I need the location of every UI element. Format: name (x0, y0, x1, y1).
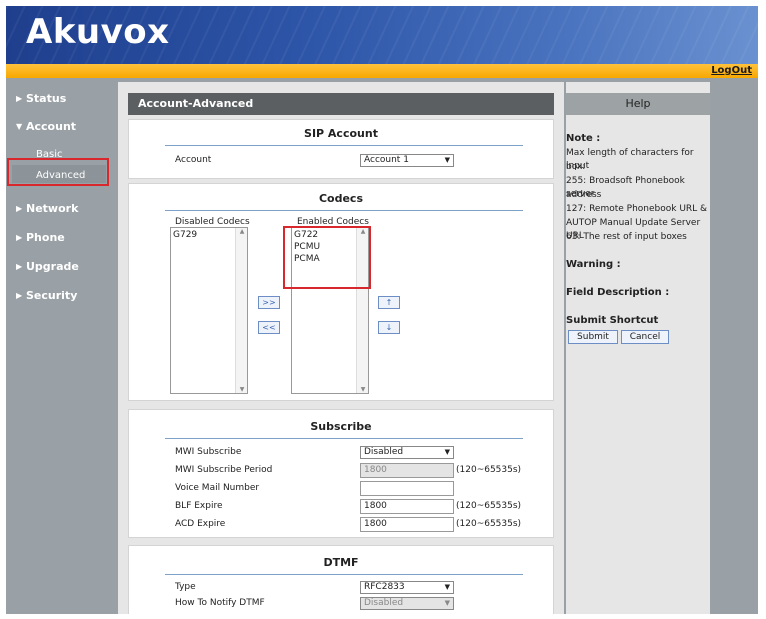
caret-right-icon: ▶ (16, 204, 23, 213)
browser-frame: Akuvox LogOut ▶ Status ▼ Account Basic Adv… (6, 6, 758, 614)
account-label: Account (175, 155, 212, 165)
section-dtmf: DTMF Type RFC2833 ▼ How To Notify DTMF Di… (128, 545, 554, 614)
acd-expire-input[interactable]: 1800 (360, 517, 454, 532)
mwi-period-label: MWI Subscribe Period (175, 465, 273, 475)
notify-dtmf-select[interactable]: Disabled ▼ (360, 597, 454, 610)
account-select[interactable]: Account 1 ▼ (360, 154, 454, 167)
section-title: Subscribe (310, 420, 372, 433)
cancel-button[interactable]: Cancel (621, 330, 669, 344)
section-codecs: Codecs Disabled Codecs Enabled Codecs G7… (128, 183, 554, 401)
caret-right-icon: ▶ (16, 262, 23, 271)
caret-right-icon: ▶ (16, 233, 23, 242)
help-title: Help (566, 93, 710, 115)
blf-expire-input[interactable]: 1800 (360, 499, 454, 514)
scroll-up-icon[interactable]: ▲ (236, 228, 248, 235)
logout-link[interactable]: LogOut (711, 64, 752, 78)
note-line: box: (566, 162, 586, 172)
section-divider (165, 210, 523, 211)
submit-button[interactable]: Submit (568, 330, 618, 344)
move-left-button[interactable]: << (258, 321, 280, 334)
dropdown-arrow-icon: ▼ (444, 448, 450, 456)
note-label: Note : (566, 133, 601, 144)
caret-down-icon: ▼ (16, 122, 23, 131)
acd-expire-label: ACD Expire (175, 519, 226, 529)
main-content: Account-Advanced SIP Account Account Acc… (118, 82, 564, 614)
section-divider (165, 574, 523, 575)
page-title: Account-Advanced (128, 93, 554, 115)
orange-bar (6, 64, 758, 78)
mwi-subscribe-select[interactable]: Disabled ▼ (360, 446, 454, 459)
sidebar-item-status[interactable]: ▶ Status (16, 92, 66, 105)
note-line: address (566, 190, 602, 200)
note-line: 127: Remote Phonebook URL & (566, 204, 708, 214)
sidebar-item-security[interactable]: ▶ Security (16, 289, 77, 302)
scroll-down-icon[interactable]: ▼ (236, 386, 248, 393)
section-subscribe: Subscribe MWI Subscribe Disabled ▼ MWI Su… (128, 409, 554, 538)
field-description-label: Field Description : (566, 287, 670, 298)
scrollbar[interactable]: ▲ ▼ (235, 228, 247, 393)
dropdown-arrow-icon: ▼ (444, 156, 450, 164)
section-divider (165, 145, 523, 146)
mwi-period-range: (120~65535s) (456, 465, 522, 475)
disabled-codecs-label: Disabled Codecs (175, 217, 250, 227)
dtmf-type-label: Type (175, 582, 196, 592)
section-divider (165, 438, 523, 439)
section-title: DTMF (323, 556, 359, 569)
mwi-subscribe-label: MWI Subscribe (175, 447, 242, 457)
submit-shortcut-label: Submit Shortcut (566, 315, 659, 326)
codec-option[interactable]: G729 (173, 230, 197, 240)
section-sip-account: SIP Account Account Account 1 ▼ (128, 119, 554, 179)
scroll-down-icon[interactable]: ▼ (357, 386, 369, 393)
sidebar-item-account[interactable]: ▼ Account (16, 120, 76, 133)
blf-expire-label: BLF Expire (175, 501, 223, 511)
sidebar-item-network[interactable]: ▶ Network (16, 202, 78, 215)
move-right-button[interactable]: >> (258, 296, 280, 309)
akuvox-logo: Akuvox (26, 12, 170, 52)
sidebar-item-upgrade[interactable]: ▶ Upgrade (16, 260, 79, 273)
voicemail-label: Voice Mail Number (175, 483, 260, 493)
section-title: SIP Account (304, 127, 378, 140)
advanced-callout-box (7, 158, 109, 186)
blf-expire-range: (120~65535s) (456, 501, 522, 511)
mwi-period-input[interactable]: 1800 (360, 463, 454, 478)
acd-expire-range: (120~65535s) (456, 519, 522, 529)
note-line: 63: The rest of input boxes (566, 232, 687, 242)
caret-right-icon: ▶ (16, 291, 23, 300)
dropdown-arrow-icon: ▼ (444, 583, 450, 591)
disabled-codecs-list[interactable]: G729 ▲ ▼ (170, 227, 248, 394)
warning-label: Warning : (566, 259, 621, 270)
caret-right-icon: ▶ (16, 94, 23, 103)
help-panel: Help Note : Max length of characters for… (566, 82, 710, 614)
section-title: Codecs (318, 192, 364, 205)
dropdown-arrow-icon: ▼ (444, 599, 450, 607)
move-down-button[interactable]: ↓ (378, 321, 400, 334)
header-banner: Akuvox (6, 6, 758, 64)
notify-dtmf-label: How To Notify DTMF (175, 598, 265, 608)
move-up-button[interactable]: ↑ (378, 296, 400, 309)
enabled-codecs-callout-box (283, 226, 371, 289)
voicemail-input[interactable] (360, 481, 454, 496)
dtmf-type-select[interactable]: RFC2833 ▼ (360, 581, 454, 594)
sidebar-item-phone[interactable]: ▶ Phone (16, 231, 65, 244)
